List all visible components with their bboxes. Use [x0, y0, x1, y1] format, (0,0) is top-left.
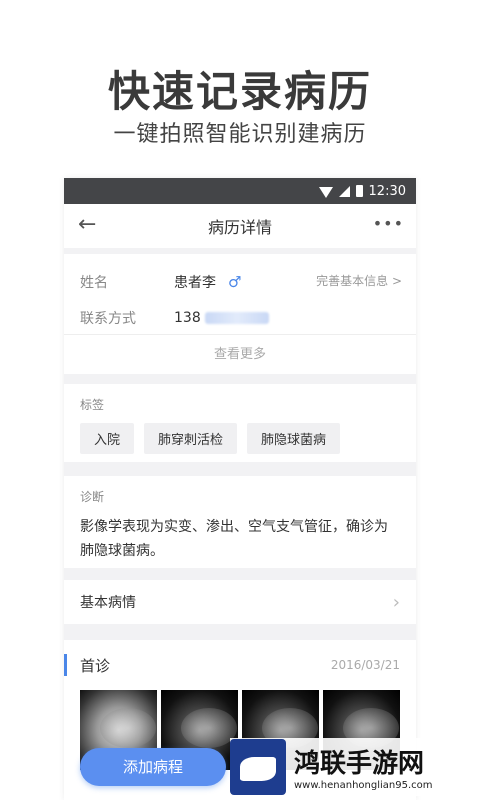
tag-item[interactable]: 肺隐球菌病 — [247, 423, 341, 454]
status-bar: 12:30 — [64, 178, 416, 204]
visit-accent-bar — [64, 654, 67, 676]
chevron-right-icon: › — [392, 591, 400, 613]
wifi-icon — [318, 186, 333, 198]
tag-item[interactable]: 入院 — [80, 423, 135, 454]
hero-subtitle: 一键拍照智能识别建病历 — [113, 122, 367, 147]
show-more-link[interactable]: 查看更多 — [64, 334, 416, 374]
contact-row: 联系方式 138 — [80, 304, 400, 332]
name-value: 患者李 — [174, 275, 216, 291]
watermark-url: www.henanhonglian95.com — [294, 780, 433, 791]
status-time: 12:30 — [368, 183, 406, 199]
complete-info-link[interactable]: 完善基本信息 > — [316, 272, 402, 289]
diagnosis-text: 影像学表现为实变、渗出、空气支气管征，确诊为肺隐球菌病。 — [80, 519, 388, 559]
basic-condition-row[interactable]: 基本病情 › — [64, 580, 416, 624]
tag-item[interactable]: 肺穿刺活检 — [144, 423, 238, 454]
page-title: 病历详情 — [207, 218, 272, 237]
watermark-name: 鸿联手游网 — [294, 749, 425, 779]
visit-title: 首诊 — [80, 656, 111, 675]
name-label: 姓名 — [80, 275, 108, 291]
add-progress-button[interactable]: 添加病程 — [80, 748, 226, 786]
visit-date: 2016/03/21 — [330, 658, 400, 672]
contact-label: 联系方式 — [80, 311, 136, 327]
blurred-number — [204, 312, 269, 324]
battery-icon — [355, 185, 363, 197]
male-icon: ♂ — [228, 273, 242, 291]
tags-label: 标签 — [80, 398, 105, 412]
nav-bar: ← 病历详情 ••• — [64, 204, 416, 248]
contact-value[interactable]: 138 — [174, 310, 269, 326]
patient-info-card: 姓名 患者李 ♂ 完善基本信息 > 联系方式 138 查看更多 — [64, 254, 416, 374]
more-icon[interactable]: ••• — [373, 214, 404, 233]
tag-list: 入院 肺穿刺活检 肺隐球菌病 — [80, 423, 400, 454]
tags-card: 标签 入院 肺穿刺活检 肺隐球菌病 — [64, 384, 416, 462]
phone-screen: 12:30 ← 病历详情 ••• 姓名 患者李 ♂ 完善基本信息 > 联系方式 … — [64, 178, 416, 800]
basic-condition-label: 基本病情 — [80, 595, 136, 611]
diagnosis-label: 诊断 — [80, 490, 105, 504]
back-arrow-icon[interactable]: ← — [78, 212, 104, 238]
diagnosis-card: 诊断 影像学表现为实变、渗出、空气支气管征，确诊为肺隐球菌病。 — [64, 476, 416, 568]
watermark-text: 鸿联手游网 www.henanhonglian95.com — [294, 743, 433, 791]
signal-icon — [338, 185, 350, 197]
hero-title: 快速记录病历 — [107, 67, 372, 116]
visit-header: 首诊 2016/03/21 — [80, 652, 400, 678]
watermark-logo-icon — [230, 739, 286, 795]
watermark: 鸿联手游网 www.henanhonglian95.com — [230, 738, 476, 796]
